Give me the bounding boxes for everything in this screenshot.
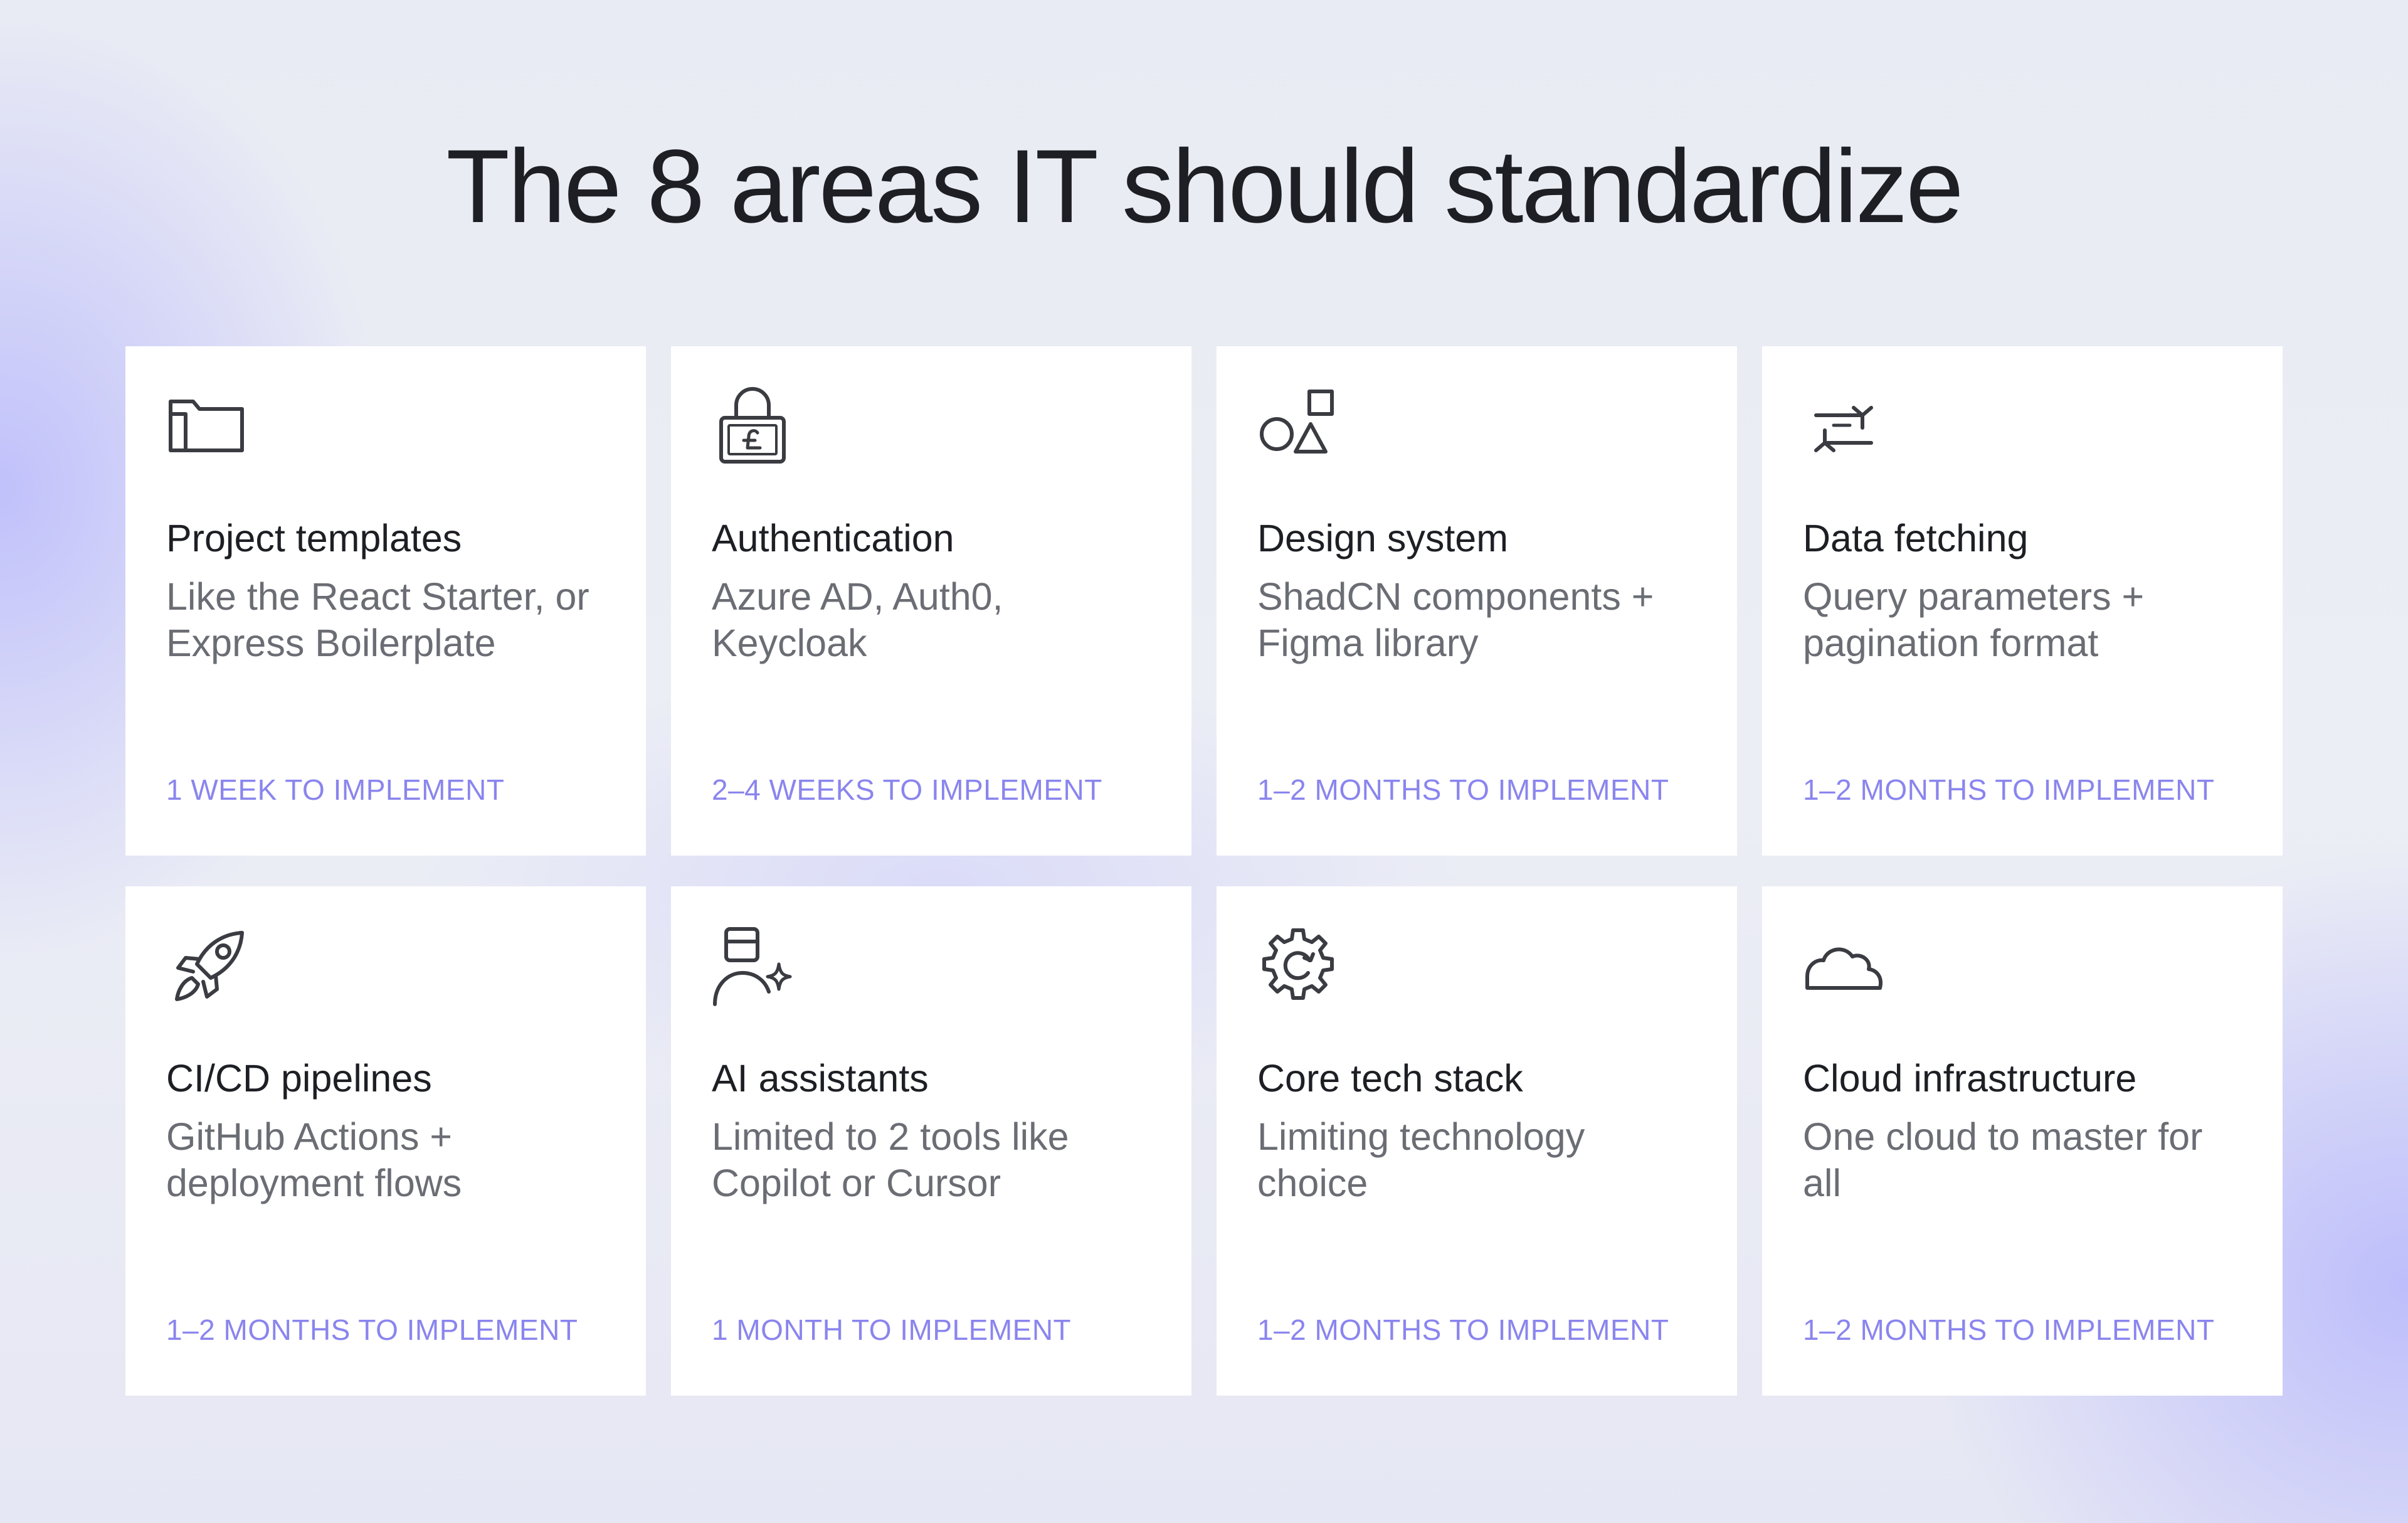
card-description: Azure AD, Auth0, Keycloak: [712, 575, 1003, 664]
card-description: Like the React Starter, or Express Boile…: [166, 575, 589, 664]
card-description: ShadCN components + Figma library: [1257, 575, 1654, 664]
folder-icon: [164, 385, 250, 470]
card-description: GitHub Actions + deployment flows: [166, 1115, 462, 1204]
page-title: The 8 areas IT should standardize: [446, 129, 1963, 245]
card-implementation-time: 1–2 MONTHS TO IMPLEMENT: [1803, 773, 2215, 806]
sync-arrows-icon: [1801, 385, 1886, 470]
card-ci-cd-pipelines: CI/CD pipelines GitHub Actions + deploym…: [125, 886, 646, 1396]
card-title: AI assistants: [712, 1057, 929, 1100]
card-title: CI/CD pipelines: [166, 1057, 432, 1100]
card-description: Query parameters + pagination format: [1803, 575, 2145, 664]
card-title: Cloud infrastructure: [1803, 1057, 2137, 1100]
ai-user-icon: [710, 925, 795, 1011]
card-core-tech-stack: Core tech stack Limiting technology choi…: [1217, 886, 1737, 1396]
card-description: One cloud to master for all: [1803, 1115, 2203, 1204]
card-ai-assistants: AI assistants Limited to 2 tools like Co…: [671, 886, 1191, 1396]
card-title: Design system: [1257, 517, 1509, 560]
card-implementation-time: 1–2 MONTHS TO IMPLEMENT: [166, 1313, 578, 1346]
shapes-icon: [1255, 385, 1341, 470]
card-implementation-time: 1 WEEK TO IMPLEMENT: [166, 773, 505, 806]
card-title: Authentication: [712, 517, 954, 560]
card-title: Project templates: [166, 517, 462, 560]
card-authentication: Authentication Azure AD, Auth0, Keycloak…: [671, 346, 1191, 856]
cloud-icon: [1801, 925, 1886, 1011]
card-implementation-time: 2–4 WEEKS TO IMPLEMENT: [712, 773, 1102, 806]
card-design-system: Design system ShadCN components + Figma …: [1217, 346, 1737, 856]
card-implementation-time: 1–2 MONTHS TO IMPLEMENT: [1257, 773, 1669, 806]
gear-icon: [1255, 925, 1341, 1011]
card-title: Core tech stack: [1257, 1057, 1523, 1100]
card-data-fetching: Data fetching Query parameters + paginat…: [1762, 346, 2283, 856]
card-implementation-time: 1–2 MONTHS TO IMPLEMENT: [1257, 1313, 1669, 1346]
card-description: Limiting technology choice: [1257, 1115, 1585, 1204]
card-title: Data fetching: [1803, 517, 2029, 560]
card-project-templates: Project templates Like the React Starter…: [125, 346, 646, 856]
rocket-icon: [164, 925, 250, 1011]
card-implementation-time: 1 MONTH TO IMPLEMENT: [712, 1313, 1072, 1346]
lock-icon: [710, 385, 795, 470]
card-implementation-time: 1–2 MONTHS TO IMPLEMENT: [1803, 1313, 2215, 1346]
card-cloud-infrastructure: Cloud infrastructure One cloud to master…: [1762, 886, 2283, 1396]
card-description: Limited to 2 tools like Copilot or Curso…: [712, 1115, 1069, 1204]
